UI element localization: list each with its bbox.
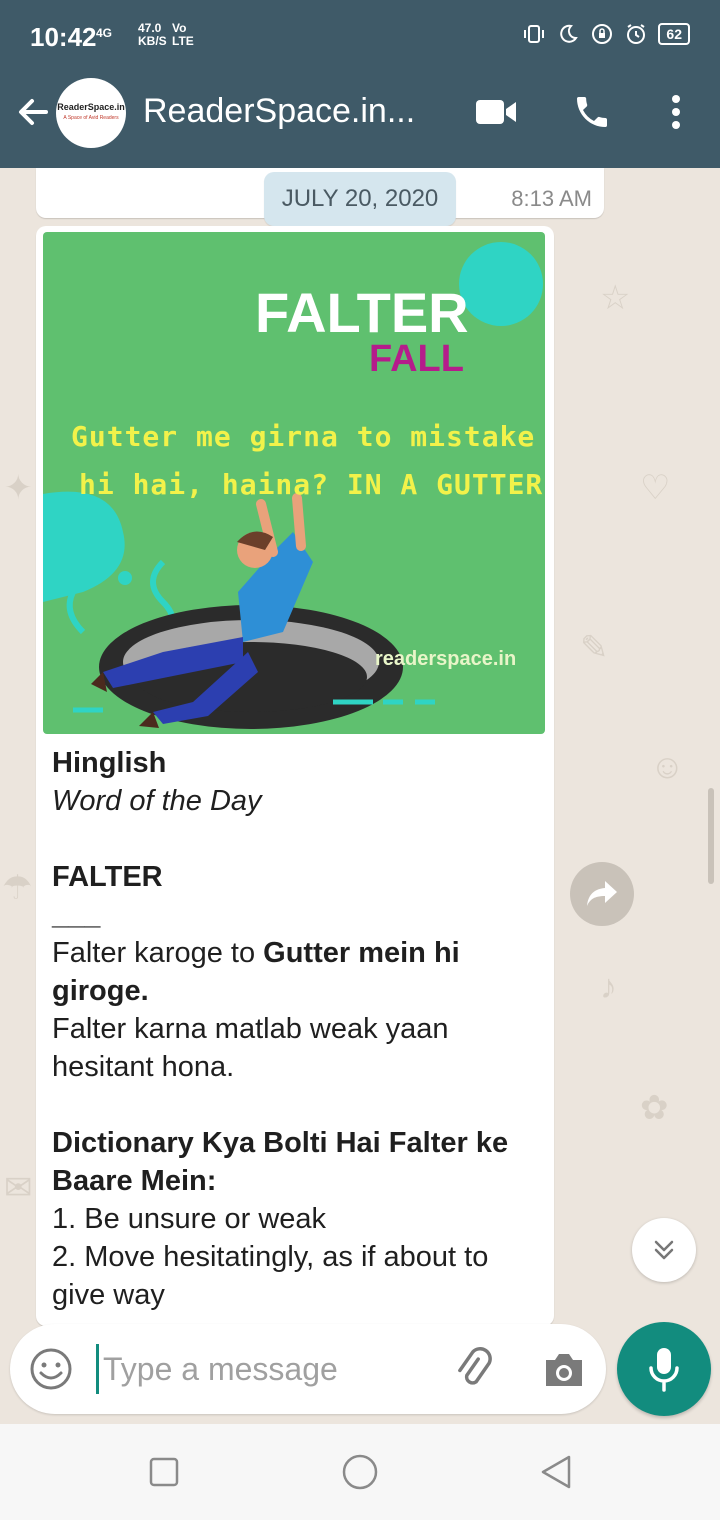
vibrate-icon <box>524 25 545 43</box>
triangle-back-icon <box>541 1455 571 1489</box>
doodle-icon: ✦ <box>4 469 33 507</box>
chat-title[interactable]: ReaderSpace.in... <box>143 92 423 131</box>
network-speed: 47.0 KB/S <box>138 22 167 48</box>
network-speed-unit: KB/S <box>138 34 167 48</box>
date-separator: JULY 20, 2020 <box>264 172 456 226</box>
voice-record-button[interactable] <box>617 1322 711 1416</box>
message-line2: Falter karna matlab weak yaan hesitant h… <box>52 1013 449 1083</box>
chat-header: ReaderSpace.in A Space of Avid Readers R… <box>0 56 720 168</box>
message-word: FALTER <box>52 861 163 893</box>
more-vertical-icon <box>672 95 680 129</box>
status-icons: 62 <box>522 22 690 46</box>
alarm-icon <box>627 24 646 44</box>
back-arrow-icon[interactable] <box>14 92 54 132</box>
scroll-to-bottom-button[interactable] <box>632 1218 696 1282</box>
doodle-icon: ☂ <box>2 869 33 907</box>
message-line1-plain: Falter karoge to <box>52 937 264 969</box>
moon-icon <box>560 24 579 43</box>
network-speed-value: 47.0 <box>138 21 162 35</box>
volte-indicator: Vo LTE <box>172 22 194 48</box>
doodle-icon: ☺ <box>650 748 685 786</box>
circle-icon <box>342 1454 378 1490</box>
message-image[interactable]: FALTER FALL Gutter me girna to mistake h… <box>43 232 545 734</box>
message-time: 8:13 AM <box>511 186 592 211</box>
network-type: 4G <box>96 26 113 40</box>
back-nav-button[interactable] <box>536 1452 576 1492</box>
message-heading: Hinglish <box>52 747 167 779</box>
image-caption-line2: hi hai, haina? IN A GUTTER <box>79 468 544 501</box>
home-button[interactable] <box>340 1452 380 1492</box>
voice-call-button[interactable] <box>568 88 616 136</box>
message-subheading: Word of the Day <box>52 785 262 817</box>
chat-area[interactable]: ☆ ♡ ✎ ☺ ♪ ✿ ✦ ☂ ✉ 8:13 AM JULY 20, 2020 <box>0 168 720 1424</box>
message-input[interactable] <box>96 1344 436 1394</box>
definition-1: 1. Be unsure or weak <box>52 1203 327 1235</box>
microphone-icon <box>649 1348 679 1392</box>
doodle-icon: ♡ <box>640 469 671 507</box>
doodle-icon: ✿ <box>640 1089 669 1127</box>
forward-arrow-icon <box>587 881 617 906</box>
lte-label: LTE <box>172 34 194 48</box>
recent-apps-button[interactable] <box>144 1452 184 1492</box>
square-icon <box>149 1457 179 1487</box>
camera-icon[interactable] <box>540 1346 588 1394</box>
video-call-button[interactable] <box>472 88 520 136</box>
definition-2: 2. Move hesitatingly, as if about to giv… <box>52 1241 489 1311</box>
message-rule: ___ <box>52 899 101 931</box>
avatar-logo-text: ReaderSpace.in <box>57 102 125 112</box>
image-watermark: readerspace.in <box>375 648 517 670</box>
dictionary-heading: Dictionary Kya Bolti Hai Falter ke Baare… <box>52 1127 509 1197</box>
more-options-button[interactable] <box>652 88 700 136</box>
avatar-tagline: A Space of Avid Readers <box>63 115 119 121</box>
image-caption-line1: Gutter me girna to mistake <box>71 420 536 453</box>
vo-label: Vo <box>172 21 187 35</box>
doodle-icon: ✎ <box>580 629 609 667</box>
double-chevron-down-icon <box>654 1240 674 1260</box>
system-nav-bar <box>0 1424 720 1520</box>
scrollbar-thumb[interactable] <box>708 788 714 884</box>
image-subtitle: FALL <box>369 338 464 380</box>
doodle-icon: ☆ <box>600 279 631 317</box>
message-text: Hinglish Word of the Day FALTER ___ Falt… <box>52 744 546 1314</box>
avatar[interactable]: ReaderSpace.in A Space of Avid Readers <box>56 78 126 148</box>
emoji-icon[interactable] <box>28 1346 74 1392</box>
forward-button[interactable] <box>570 862 634 926</box>
image-title: FALTER <box>255 281 469 344</box>
phone-icon <box>577 97 607 127</box>
battery-indicator: 62 <box>658 23 690 45</box>
status-time: 10:42 <box>30 22 97 52</box>
video-camera-icon <box>476 100 516 124</box>
paperclip-icon[interactable] <box>450 1346 498 1394</box>
lock-rotation-icon <box>592 24 613 44</box>
doodle-icon: ✉ <box>4 1169 33 1207</box>
doodle-icon: ♪ <box>600 968 617 1006</box>
message-composer <box>10 1324 606 1414</box>
message-bubble[interactable]: FALTER FALL Gutter me girna to mistake h… <box>36 226 554 1326</box>
